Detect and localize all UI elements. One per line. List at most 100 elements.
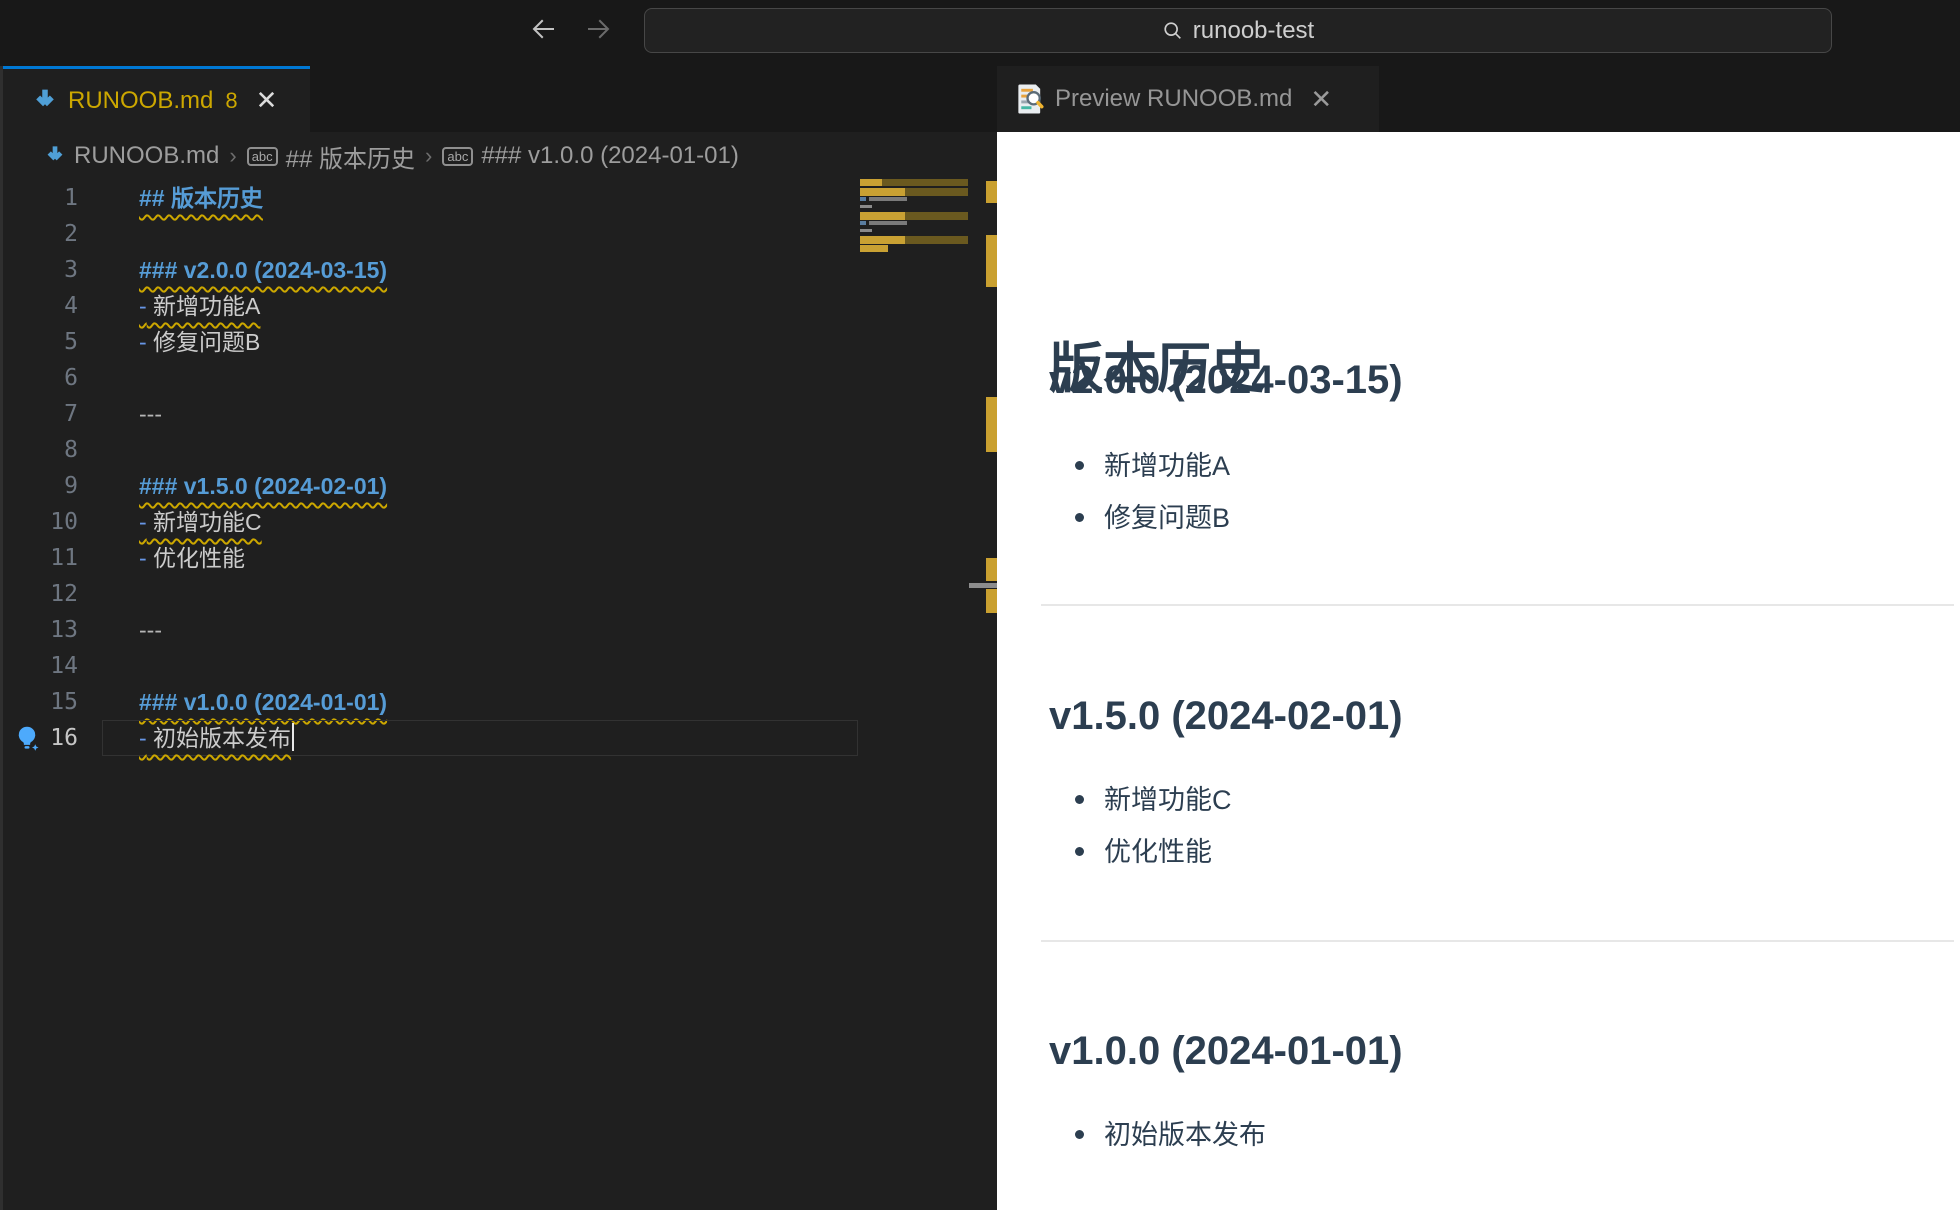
minimap-line bbox=[860, 221, 866, 225]
code-line[interactable]: 1 ## 版本历史 bbox=[0, 180, 860, 216]
window-left-edge bbox=[0, 66, 3, 1210]
minimap-line bbox=[860, 229, 872, 232]
line-number[interactable]: 13 bbox=[0, 612, 78, 648]
preview-list-item: 优化性能 bbox=[1075, 834, 1232, 886]
code-line[interactable]: 14 bbox=[0, 648, 860, 684]
minimap[interactable] bbox=[860, 179, 968, 1210]
search-icon bbox=[1164, 21, 1181, 39]
close-tab-icon[interactable]: ✕ bbox=[256, 85, 278, 116]
tab-label: Preview RUNOOB.md bbox=[1055, 85, 1293, 112]
code-line[interactable]: 7 --- bbox=[0, 396, 860, 432]
tab-problems-badge: 8 bbox=[225, 87, 238, 113]
navigate-back-button[interactable] bbox=[524, 14, 564, 54]
code-text: - 修复问题B bbox=[139, 329, 261, 355]
code-text: - 优化性能 bbox=[139, 545, 246, 571]
minimap-line bbox=[860, 179, 882, 186]
code-line[interactable]: 11 - 优化性能 bbox=[0, 540, 860, 576]
breadcrumb-separator: › bbox=[425, 143, 433, 168]
code-line[interactable]: 5 - 修复问题B bbox=[0, 324, 860, 360]
code-line[interactable]: 12 bbox=[0, 576, 860, 612]
symbol-string-icon: abc bbox=[246, 146, 278, 166]
warning-mark bbox=[986, 235, 997, 287]
line-number[interactable]: 10 bbox=[0, 504, 78, 540]
preview-bullet-list: 初始版本发布 bbox=[1075, 1117, 1266, 1169]
tab-runoob-md[interactable]: RUNOOB.md 8 ✕ bbox=[0, 66, 310, 132]
code-line[interactable]: 13 --- bbox=[0, 612, 860, 648]
breadcrumb-separator: › bbox=[229, 143, 237, 168]
line-number[interactable]: 14 bbox=[0, 648, 78, 684]
preview-bullet-list: 新增功能A 修复问题B bbox=[1074, 448, 1230, 552]
line-number[interactable]: 1 bbox=[0, 180, 78, 216]
line-number[interactable]: 4 bbox=[0, 288, 78, 324]
preview-list-item: 新增功能A bbox=[1074, 448, 1230, 500]
code-editor[interactable]: 1 ## 版本历史 2 3 ### v2.0.0 (2024-03-15) 4 - 新增功能… bbox=[0, 180, 997, 1210]
code-line[interactable]: 10 - 新增功能C bbox=[0, 504, 860, 540]
preview-section-heading: v1.0.0 (2024-01-01) bbox=[1049, 1029, 1403, 1073]
preview-bullet-list: 新增功能C 优化性能 bbox=[1075, 782, 1232, 886]
markdown-file-icon bbox=[32, 88, 58, 114]
line-number[interactable]: 7 bbox=[0, 396, 78, 432]
line-number[interactable]: 5 bbox=[0, 324, 78, 360]
tab-bar: RUNOOB.md 8 ✕ ··· Pre bbox=[0, 66, 1960, 181]
preview-divider bbox=[1041, 940, 1954, 942]
code-text: ### v2.0.0 (2024-03-15) bbox=[139, 257, 388, 283]
close-tab-icon[interactable]: ✕ bbox=[1310, 84, 1332, 115]
markdown-preview-pane[interactable]: 版本历史 v2.0.0 (2024-03-15) 新增功能A 修复问题B v1.5.0… bbox=[997, 132, 1960, 1210]
line-number[interactable]: 15 bbox=[0, 684, 78, 720]
minimap-line bbox=[905, 188, 968, 196]
code-line[interactable]: 3 ### v2.0.0 (2024-03-15) bbox=[0, 252, 860, 288]
breadcrumb-file[interactable]: RUNOOB.md bbox=[74, 142, 219, 170]
code-text: ### v1.0.0 (2024-01-01) bbox=[139, 689, 388, 715]
minimap-line bbox=[905, 236, 968, 244]
code-line[interactable]: 4 - 新增功能A bbox=[0, 288, 860, 324]
preview-section-heading: v1.5.0 (2024-02-01) bbox=[1049, 694, 1403, 738]
line-number[interactable]: 9 bbox=[0, 468, 78, 504]
minimap-line bbox=[860, 205, 872, 208]
line-number[interactable]: 8 bbox=[0, 432, 78, 468]
minimap-line bbox=[905, 212, 968, 220]
code-line[interactable]: 2 bbox=[0, 216, 860, 252]
line-number[interactable]: 3 bbox=[0, 252, 78, 288]
vscode-window: runoob-test RUNOOB.md 8 ✕ ··· bbox=[0, 0, 1960, 1210]
markdown-file-icon bbox=[44, 145, 66, 167]
preview-divider bbox=[1041, 604, 1954, 606]
code-line[interactable]: 15 ### v1.0.0 (2024-01-01) bbox=[0, 684, 860, 720]
minimap-line bbox=[860, 188, 905, 196]
cursor-position-mark bbox=[969, 583, 997, 588]
command-center-search[interactable]: runoob-test bbox=[644, 8, 1832, 53]
line-number[interactable]: 11 bbox=[0, 540, 78, 576]
line-number[interactable]: 2 bbox=[0, 216, 78, 252]
title-bar: runoob-test bbox=[0, 0, 1960, 66]
code-text: - 新增功能C bbox=[139, 509, 262, 535]
code-text: --- bbox=[139, 617, 162, 643]
tab-label: RUNOOB.md bbox=[68, 86, 214, 114]
breadcrumb: RUNOOB.md › abc ## 版本历史 › abc ### v1.0.0… bbox=[0, 132, 997, 180]
minimap-line bbox=[882, 179, 968, 186]
code-line[interactable]: 9 ### v1.5.0 (2024-02-01) bbox=[0, 468, 860, 504]
minimap-line bbox=[869, 197, 907, 201]
preview-list-item: 修复问题B bbox=[1074, 500, 1230, 552]
code-line[interactable]: 6 bbox=[0, 360, 860, 396]
navigate-forward-button[interactable] bbox=[578, 14, 618, 54]
arrow-right-icon bbox=[588, 19, 610, 39]
overview-ruler[interactable] bbox=[969, 180, 997, 1210]
search-value: runoob-test bbox=[1192, 16, 1315, 44]
symbol-string-icon: abc bbox=[442, 146, 474, 166]
code-line[interactable]: 8 bbox=[0, 432, 860, 468]
breadcrumb-subsection[interactable]: ### v1.0.0 (2024-01-01) bbox=[481, 142, 739, 170]
arrow-left-icon bbox=[532, 19, 554, 39]
line-number[interactable]: 6 bbox=[0, 360, 78, 396]
warning-mark bbox=[986, 397, 997, 452]
code-text: ### v1.5.0 (2024-02-01) bbox=[139, 473, 388, 499]
tab-preview-runoob-md[interactable]: Preview RUNOOB.md ✕ bbox=[997, 66, 1379, 132]
code-text: - 新增功能A bbox=[139, 293, 261, 319]
copilot-lightbulb-icon[interactable] bbox=[12, 723, 42, 763]
minimap-line bbox=[860, 212, 905, 220]
warning-mark bbox=[986, 589, 997, 613]
breadcrumb-section[interactable]: ## 版本历史 bbox=[286, 139, 415, 174]
code-line[interactable]: 16- 初始版本发布 bbox=[0, 720, 860, 756]
preview-section-heading: v2.0.0 (2024-03-15) bbox=[1049, 358, 1403, 402]
line-number[interactable]: 12 bbox=[0, 576, 78, 612]
preview-list-item: 初始版本发布 bbox=[1075, 1117, 1266, 1169]
warning-mark bbox=[986, 558, 997, 581]
